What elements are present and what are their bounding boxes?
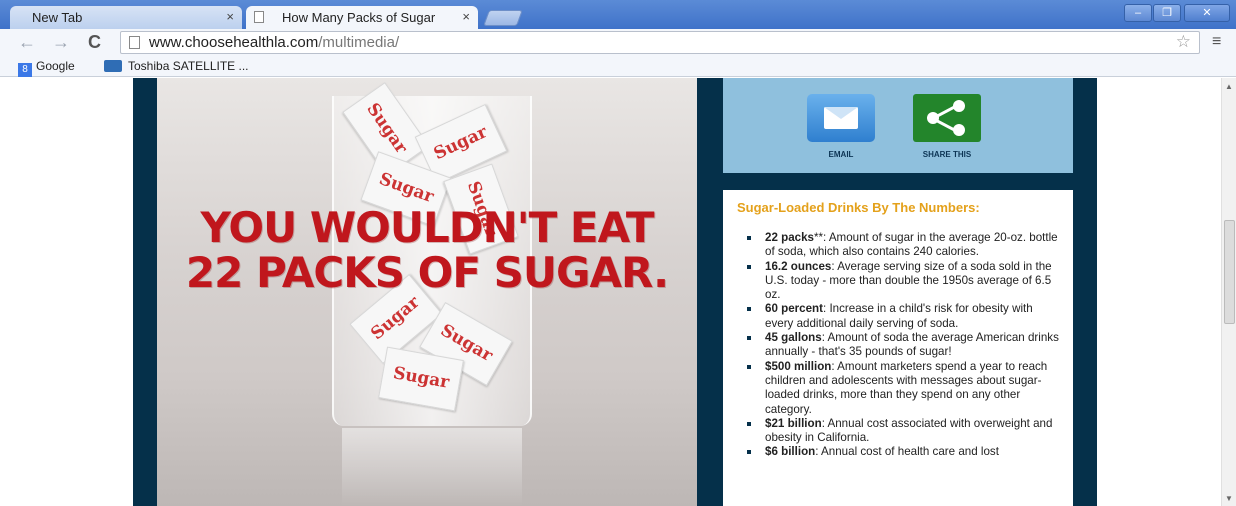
email-button[interactable]: EMAIL <box>806 94 876 159</box>
fact-figure: 45 gallons <box>765 331 822 345</box>
new-tab-button[interactable] <box>483 10 523 26</box>
fact-figure: 60 percent <box>765 302 823 316</box>
bookmark-toshiba[interactable]: Toshiba SATELLITE ... <box>104 59 249 73</box>
share-this-button[interactable]: SHARE THIS <box>912 94 982 159</box>
tab-close-icon[interactable]: × <box>462 9 470 24</box>
fact-item: $6 billion: Annual cost of health care a… <box>737 445 1059 459</box>
tab-new-tab[interactable]: New Tab × <box>10 6 242 29</box>
title-bar: New Tab × How Many Packs of Sugar × – ❐ … <box>0 0 1236 29</box>
reload-button[interactable]: C <box>88 32 101 53</box>
toshiba-icon <box>104 60 122 72</box>
menu-icon[interactable]: ≡ <box>1212 33 1221 51</box>
share-node <box>927 112 939 124</box>
headline-line-1: YOU WOULDN'T EAT <box>200 203 655 252</box>
share-node <box>953 100 965 112</box>
fact-figure: 16.2 ounces <box>765 259 832 273</box>
email-label: EMAIL <box>828 150 854 159</box>
share-panel: EMAIL SHARE THIS <box>723 78 1073 173</box>
fact-item: 22 packs**: Amount of sugar in the avera… <box>737 231 1059 260</box>
google-icon: 8 <box>18 63 32 77</box>
page-viewport: Sugar Sugar Sugar Sugar Sugar Sugar Suga… <box>0 78 1221 506</box>
url-path: /multimedia/ <box>318 34 400 51</box>
page-icon <box>254 11 264 23</box>
url-host: www.choosehealthla.com <box>149 34 319 51</box>
forward-button[interactable]: → <box>52 32 70 53</box>
fact-item: $500 million: Amount marketers spend a y… <box>737 360 1059 417</box>
scroll-down-arrow-icon[interactable]: ▼ <box>1225 494 1233 503</box>
fact-item: $21 billion: Annual cost associated with… <box>737 417 1059 446</box>
fact-figure: $500 million <box>765 359 832 373</box>
fact-figure: $21 billion <box>765 416 822 430</box>
share-label: SHARE THIS <box>922 150 972 159</box>
fact-figure: 22 packs <box>765 231 814 244</box>
fact-item: 45 gallons: Amount of soda the average A… <box>737 331 1059 360</box>
numbers-title: Sugar-Loaded Drinks By The Numbers: <box>737 200 980 215</box>
tab-title: New Tab <box>32 10 83 25</box>
numbers-panel: Sugar-Loaded Drinks By The Numbers: 22 p… <box>723 190 1073 506</box>
address-bar[interactable]: www.choosehealthla.com/multimedia/ ☆ <box>120 31 1200 54</box>
email-icon <box>807 94 875 142</box>
glass-reflection <box>342 428 522 506</box>
bookmark-google[interactable]: 8 Google <box>18 59 75 77</box>
hero-image: Sugar Sugar Sugar Sugar Sugar Sugar Suga… <box>157 78 697 506</box>
bookmark-label: Toshiba SATELLITE ... <box>128 59 249 73</box>
url-text[interactable]: www.choosehealthla.com/multimedia/ <box>149 34 399 51</box>
bookmark-star-icon[interactable]: ☆ <box>1176 32 1191 52</box>
bookmarks-bar: 8 Google Toshiba SATELLITE ... <box>0 57 1236 77</box>
scroll-up-arrow-icon[interactable]: ▲ <box>1225 82 1233 91</box>
fact-item: 16.2 ounces: Average serving size of a s… <box>737 260 1059 303</box>
fact-text: : Annual cost of health care and lost <box>815 445 999 459</box>
back-button[interactable]: ← <box>18 32 36 53</box>
share-icon <box>913 94 981 142</box>
minimize-button[interactable]: – <box>1124 4 1152 22</box>
tab-close-icon[interactable]: × <box>226 9 234 24</box>
site-frame: Sugar Sugar Sugar Sugar Sugar Sugar Suga… <box>133 78 1097 506</box>
vertical-scrollbar[interactable]: ▲ ▼ <box>1221 78 1236 506</box>
tab-how-many-packs[interactable]: How Many Packs of Sugar × <box>246 6 478 29</box>
bookmark-label: Google <box>36 59 75 73</box>
headline-line-2: 22 PACKS OF SUGAR. <box>185 248 669 297</box>
restore-button[interactable]: ❐ <box>1153 4 1181 22</box>
facts-list: 22 packs**: Amount of sugar in the avera… <box>737 231 1059 460</box>
fact-item: 60 percent: Increase in a child's risk f… <box>737 302 1059 331</box>
tab-title: How Many Packs of Sugar <box>282 10 436 25</box>
browser-toolbar: ← → C www.choosehealthla.com/multimedia/… <box>0 29 1236 57</box>
page-icon <box>129 36 140 49</box>
share-node <box>953 124 965 136</box>
envelope-icon <box>824 107 858 129</box>
scroll-thumb[interactable] <box>1224 220 1235 324</box>
close-window-button[interactable]: ✕ <box>1184 4 1230 22</box>
fact-figure: $6 billion <box>765 445 816 459</box>
